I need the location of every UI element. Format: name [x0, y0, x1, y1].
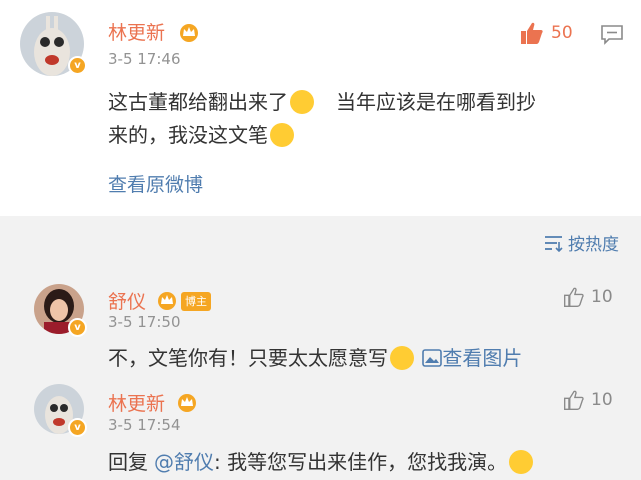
- thumbs-up-icon: [564, 287, 584, 307]
- comment-text-line2: 来的，我没这文笔: [108, 119, 296, 149]
- like-count: 10: [591, 390, 613, 410]
- host-badge: 博主: [181, 292, 211, 311]
- thumbs-up-icon: [521, 22, 543, 44]
- comment-icon[interactable]: [600, 24, 624, 46]
- like-button[interactable]: 10: [563, 286, 613, 308]
- vip-crown-icon: [158, 292, 176, 310]
- reply-text: 不，文笔你有！只要太太愿意写 查看图片: [108, 345, 523, 370]
- reply-time: 3-5 17:54: [108, 416, 181, 434]
- like-button[interactable]: 10: [563, 389, 613, 411]
- reply-time: 3-5 17:50: [108, 313, 181, 331]
- verified-icon: v: [68, 418, 87, 437]
- sort-label: 按热度: [568, 235, 619, 255]
- view-image-link[interactable]: 查看图片: [422, 346, 522, 370]
- glasses-emoji-icon: [270, 122, 294, 147]
- reply-author-name[interactable]: 林更新: [108, 389, 165, 416]
- reply-author-name[interactable]: 舒仪: [108, 287, 146, 314]
- like-button[interactable]: 50: [519, 20, 573, 46]
- sort-by-hot-button[interactable]: 按热度: [544, 230, 619, 255]
- reply-text: 回复 @舒仪: 我等您写出来佳作，您找我演。: [108, 446, 535, 476]
- verified-icon: v: [68, 318, 87, 337]
- verified-icon: v: [68, 56, 87, 75]
- like-count: 10: [591, 287, 613, 307]
- image-icon: [422, 348, 443, 367]
- sweat-emoji-icon: [290, 89, 314, 114]
- scared-emoji-icon: [390, 345, 414, 370]
- vip-crown-icon: [178, 394, 196, 412]
- sort-icon: [545, 235, 563, 252]
- mention-link[interactable]: @舒仪: [154, 450, 214, 474]
- glasses-emoji-icon: [509, 449, 534, 474]
- like-count: 50: [551, 23, 573, 43]
- thumbs-up-icon: [564, 390, 584, 410]
- comment-time: 3-5 17:46: [108, 50, 181, 68]
- vip-crown-icon: [180, 24, 198, 42]
- comment-author-name[interactable]: 林更新: [108, 18, 165, 45]
- main-comment-card: v 林更新 3-5 17:46 50 这古董都给翻出来了 当年应该是在哪看到抄 来…: [0, 0, 641, 216]
- view-original-post-link[interactable]: 查看原微博: [108, 170, 203, 197]
- comment-text-line1: 这古董都给翻出来了 当年应该是在哪看到抄: [108, 89, 536, 114]
